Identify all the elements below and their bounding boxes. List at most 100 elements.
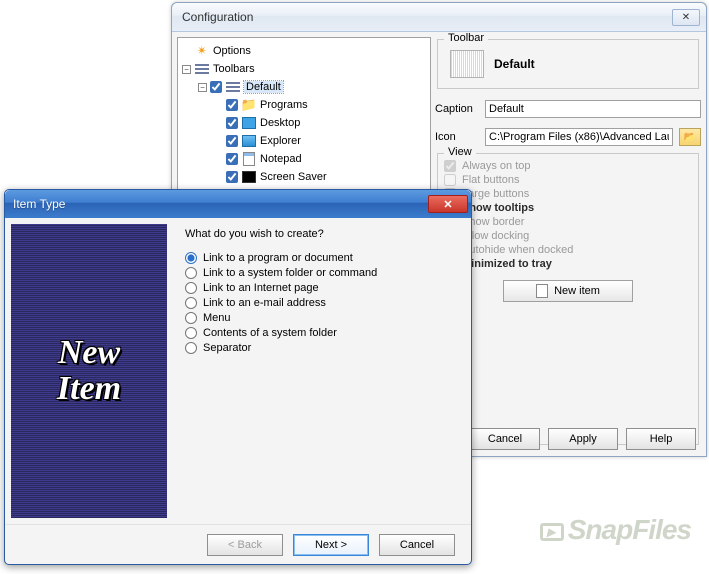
radio-link-sysfolder[interactable]: Link to a system folder or command xyxy=(185,267,459,279)
tree-label-notepad: Notepad xyxy=(260,153,302,165)
wizard-title: Item Type xyxy=(13,197,428,211)
check-desktop[interactable] xyxy=(226,117,238,129)
next-button[interactable]: Next > xyxy=(293,534,369,556)
wizard-sidebar-text: New Item xyxy=(57,335,121,406)
tree-label-screensaver: Screen Saver xyxy=(260,171,327,183)
apply-button[interactable]: Apply xyxy=(548,428,618,450)
radio-separator[interactable]: Separator xyxy=(185,342,459,354)
view-groupbox: View Always on top Flat buttons Large bu… xyxy=(437,153,699,445)
radio-menu-input[interactable] xyxy=(185,312,197,324)
close-icon: ✕ xyxy=(443,198,452,211)
play-icon xyxy=(540,523,564,541)
check-notepad[interactable] xyxy=(226,153,238,165)
tree-node-notepad[interactable]: Notepad xyxy=(212,150,428,168)
view-flat-buttons[interactable]: Flat buttons xyxy=(444,174,692,186)
close-button[interactable]: ✕ xyxy=(672,9,700,26)
view-always-on-top[interactable]: Always on top xyxy=(444,160,692,172)
caption-label: Caption xyxy=(435,103,479,115)
tree-node-explorer[interactable]: Explorer xyxy=(212,132,428,150)
tree-label-desktop: Desktop xyxy=(260,117,300,129)
gear-icon: ✴ xyxy=(194,43,210,59)
toolbar-preview-icon xyxy=(450,50,484,78)
icon-path-input[interactable] xyxy=(485,128,673,146)
tree-label-programs: Programs xyxy=(260,99,308,111)
view-group-label: View xyxy=(444,146,476,158)
toolbar-preview-name: Default xyxy=(494,57,535,71)
check-default[interactable] xyxy=(210,81,222,93)
tree-spacer xyxy=(182,47,191,56)
icon-label: Icon xyxy=(435,131,479,143)
radio-contents-input[interactable] xyxy=(185,327,197,339)
toolbar-properties-panel: Toolbar Default Caption Icon 📂 View Alwa… xyxy=(435,37,701,451)
tree-node-programs[interactable]: 📁 Programs xyxy=(212,96,428,114)
wizard-sidebar: New Item xyxy=(11,224,167,518)
radio-link-program[interactable]: Link to a program or document xyxy=(185,252,459,264)
browse-icon-button[interactable]: 📂 xyxy=(679,128,701,146)
icon-row: Icon 📂 xyxy=(435,128,701,146)
radio-link-internet-input[interactable] xyxy=(185,282,197,294)
new-item-button[interactable]: New item xyxy=(503,280,633,302)
tree-node-desktop[interactable]: Desktop xyxy=(212,114,428,132)
folder-open-icon: 📂 xyxy=(684,132,696,143)
tree-node-screensaver[interactable]: Screen Saver xyxy=(212,168,428,186)
view-large-buttons[interactable]: Large buttons xyxy=(444,188,692,200)
check-always-on-top[interactable] xyxy=(444,160,456,172)
view-autohide[interactable]: Autohide when docked xyxy=(444,244,692,256)
folder-icon: 📁 xyxy=(241,97,257,113)
toolbar-group-label: Toolbar xyxy=(444,32,488,44)
tree-node-toolbars[interactable]: − Toolbars xyxy=(180,60,428,78)
desktop-icon xyxy=(241,115,257,131)
view-show-border[interactable]: Show border xyxy=(444,216,692,228)
watermark: SnapFiles xyxy=(540,514,691,546)
tree-node-default[interactable]: − Default xyxy=(196,78,428,96)
radio-menu[interactable]: Menu xyxy=(185,312,459,324)
screensaver-icon xyxy=(241,169,257,185)
radio-contents[interactable]: Contents of a system folder xyxy=(185,327,459,339)
wizard-footer: < Back Next > Cancel xyxy=(5,524,471,564)
caption-input[interactable] xyxy=(485,100,701,118)
tree-label-default: Default xyxy=(244,81,283,93)
view-allow-docking[interactable]: Allow docking xyxy=(444,230,692,242)
tree-label-toolbars: Toolbars xyxy=(213,63,255,75)
check-flat-buttons[interactable] xyxy=(444,174,456,186)
tree-label-explorer: Explorer xyxy=(260,135,301,147)
tree-node-options[interactable]: ✴ Options xyxy=(180,42,428,60)
wizard-close-button[interactable]: ✕ xyxy=(428,195,468,213)
view-options-list: Always on top Flat buttons Large buttons… xyxy=(444,160,692,270)
wizard-titlebar[interactable]: Item Type ✕ xyxy=(5,190,471,218)
toolbar-groupbox: Toolbar Default xyxy=(437,39,699,89)
toolbar-icon xyxy=(225,79,241,95)
tree-label-options: Options xyxy=(213,45,251,57)
toolbar-preview: Default xyxy=(444,46,692,82)
tree-collapse-default[interactable]: − xyxy=(198,83,207,92)
explorer-icon xyxy=(241,133,257,149)
toolbars-icon xyxy=(194,61,210,77)
radio-link-email-input[interactable] xyxy=(185,297,197,309)
wizard-question: What do you wish to create? xyxy=(185,228,459,240)
radio-link-email[interactable]: Link to an e-mail address xyxy=(185,297,459,309)
close-glyph: ✕ xyxy=(682,12,690,23)
radio-link-program-input[interactable] xyxy=(185,252,197,264)
notepad-icon xyxy=(241,151,257,167)
check-screensaver[interactable] xyxy=(226,171,238,183)
config-titlebar[interactable]: Configuration ✕ xyxy=(172,3,706,32)
config-button-bar: Cancel Apply Help xyxy=(470,428,696,450)
help-button[interactable]: Help xyxy=(626,428,696,450)
cancel-button[interactable]: Cancel xyxy=(470,428,540,450)
caption-row: Caption xyxy=(435,100,701,118)
tree-collapse-toolbars[interactable]: − xyxy=(182,65,191,74)
config-title: Configuration xyxy=(178,10,670,24)
radio-link-sysfolder-input[interactable] xyxy=(185,267,197,279)
check-programs[interactable] xyxy=(226,99,238,111)
view-minimized-tray[interactable]: Minimized to tray xyxy=(444,258,692,270)
radio-link-internet[interactable]: Link to an Internet page xyxy=(185,282,459,294)
wizard-body: New Item What do you wish to create? Lin… xyxy=(5,218,471,524)
check-explorer[interactable] xyxy=(226,135,238,147)
back-button[interactable]: < Back xyxy=(207,534,283,556)
wizard-form: What do you wish to create? Link to a pr… xyxy=(173,218,471,524)
document-icon xyxy=(536,284,548,298)
view-show-tooltips[interactable]: Show tooltips xyxy=(444,202,692,214)
wizard-cancel-button[interactable]: Cancel xyxy=(379,534,455,556)
item-type-dialog: Item Type ✕ New Item What do you wish to… xyxy=(4,189,472,565)
radio-separator-input[interactable] xyxy=(185,342,197,354)
